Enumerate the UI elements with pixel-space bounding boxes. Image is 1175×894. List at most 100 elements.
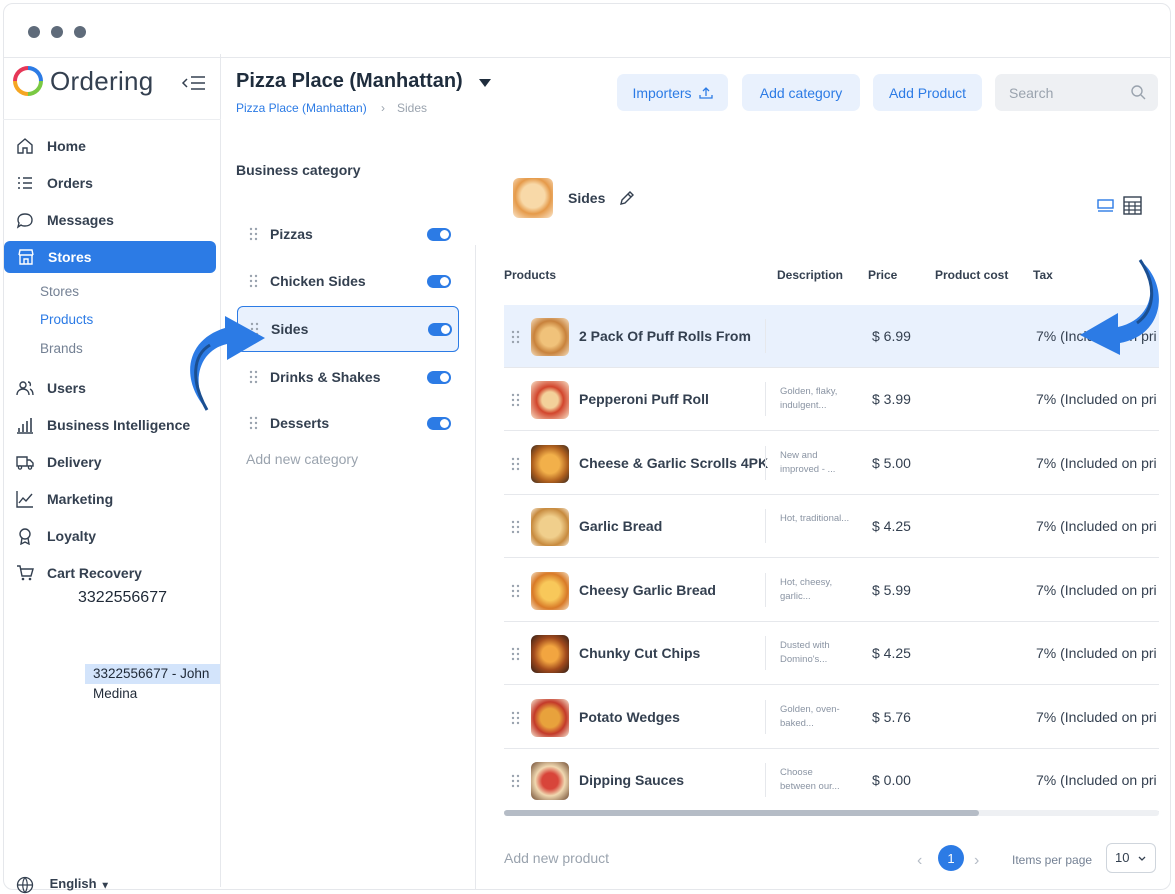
category-toggle[interactable] (427, 275, 451, 288)
drag-handle-icon[interactable] (511, 711, 521, 725)
drag-handle-icon[interactable] (511, 457, 521, 471)
drag-handle-icon[interactable] (511, 330, 521, 344)
sidebar-item-label: Orders (47, 175, 93, 191)
product-price: $ 5.76 (872, 709, 911, 725)
items-per-page-label: Items per page (1012, 853, 1093, 867)
category-item-sides[interactable]: Sides (237, 306, 459, 352)
product-name: Pepperoni Puff Roll (579, 391, 709, 407)
category-toggle[interactable] (428, 323, 452, 336)
drag-handle-icon[interactable] (249, 416, 259, 430)
previous-page-icon[interactable]: ‹ (917, 852, 922, 870)
window-dot-icon[interactable] (28, 26, 40, 38)
window-dot-icon[interactable] (51, 26, 63, 38)
table-row[interactable]: Garlic Bread Hot, traditional... $ 4.25 7% … (504, 495, 1159, 558)
category-label: Sides (271, 321, 309, 337)
sidebar-item-label: Marketing (47, 491, 114, 507)
sidebar: Ordering Home Orders Messages Stores Sto… (3, 54, 221, 894)
drag-handle-icon[interactable] (511, 520, 521, 534)
table-row[interactable]: Cheese & Garlic Scrolls 4PK New and impro… (504, 432, 1159, 495)
sidebar-subitem-brands[interactable]: Brands (40, 341, 83, 356)
column-header-products[interactable]: Products (504, 268, 556, 282)
category-toggle[interactable] (427, 417, 451, 430)
product-description: Hot, traditional... (780, 513, 850, 524)
customer-phone-chip[interactable]: 3322556677 - John Medina (85, 664, 220, 701)
table-row[interactable]: Dipping Sauces Choose between our... $ 0.0… (504, 749, 1159, 812)
items-per-page-select[interactable]: 10 (1106, 843, 1156, 873)
card-view-icon[interactable] (1097, 197, 1114, 214)
sidebar-item-marketing[interactable]: Marketing (3, 483, 217, 515)
next-page-icon[interactable]: › (974, 852, 979, 870)
add-category-button[interactable]: Add category (742, 74, 860, 111)
table-row[interactable]: 2 Pack Of Puff Rolls From$ 6.997% (Inclu… (504, 305, 1159, 368)
sidebar-item-label: Delivery (47, 454, 102, 470)
window-dot-icon[interactable] (74, 26, 86, 38)
drag-handle-icon[interactable] (249, 227, 259, 241)
page-number-button[interactable]: 1 (938, 845, 964, 871)
product-price: $ 3.99 (872, 391, 911, 407)
chevron-down-icon (1138, 856, 1146, 861)
table-row[interactable]: Pepperoni Puff Roll Golden, flaky, indulg… (504, 368, 1159, 431)
category-toggle[interactable] (427, 371, 451, 384)
chat-icon (16, 213, 33, 229)
line-chart-icon (16, 491, 33, 508)
product-image (531, 318, 569, 356)
page-title[interactable]: Pizza Place (Manhattan) (236, 70, 463, 93)
add-new-category-link[interactable]: Add new category (246, 451, 358, 467)
drag-handle-icon[interactable] (511, 774, 521, 788)
add-new-product-link[interactable]: Add new product (504, 850, 609, 866)
sidebar-item-cart-recovery[interactable]: Cart Recovery (3, 557, 217, 589)
sidebar-subitem-stores[interactable]: Stores (40, 284, 79, 299)
breadcrumb-store[interactable]: Pizza Place (Manhattan) (236, 101, 367, 115)
sidebar-item-loyalty[interactable]: Loyalty (3, 520, 217, 552)
language-selector[interactable]: English ▼ (16, 876, 110, 894)
add-product-button[interactable]: Add Product (873, 74, 982, 111)
pencil-icon[interactable] (618, 189, 636, 207)
search-input[interactable]: Search (995, 74, 1158, 111)
collapse-sidebar-icon[interactable] (181, 74, 207, 92)
language-label: English (49, 876, 97, 892)
sidebar-item-home[interactable]: Home (3, 130, 217, 162)
sidebar-item-messages[interactable]: Messages (3, 204, 217, 236)
column-header-tax[interactable]: Tax (1033, 268, 1053, 282)
sidebar-item-label: Users (47, 380, 86, 396)
column-header-product-cost[interactable]: Product cost (935, 268, 1008, 282)
search-icon[interactable] (1130, 84, 1146, 100)
product-description: Choose between our... (780, 767, 840, 792)
horizontal-scrollbar-thumb[interactable] (504, 810, 979, 816)
category-item-chicken-sides[interactable]: Chicken Sides (237, 259, 459, 305)
truck-icon (16, 456, 34, 470)
product-name: Garlic Bread (579, 518, 663, 534)
table-row[interactable]: Cheesy Garlic Bread Hot, cheesy, garlic..… (504, 559, 1159, 622)
table-row[interactable]: Potato Wedges Golden, oven-baked... $ 5.76… (504, 686, 1159, 749)
sidebar-item-orders[interactable]: Orders (3, 167, 217, 199)
product-tax: 7% (Included on pri (1036, 391, 1157, 407)
column-header-description[interactable]: Description (777, 268, 843, 282)
category-item-drinks-shakes[interactable]: Drinks & Shakes (237, 355, 459, 401)
sidebar-item-label: Messages (47, 212, 114, 228)
table-view-icon[interactable] (1123, 196, 1142, 215)
selected-category-name: Sides (568, 190, 606, 206)
importers-button[interactable]: Importers (617, 74, 728, 111)
drag-handle-icon[interactable] (511, 647, 521, 661)
product-description: Golden, oven-baked... (780, 704, 840, 729)
column-header-price[interactable]: Price (868, 268, 897, 282)
items-per-page-value: 10 (1115, 850, 1130, 865)
category-item-desserts[interactable]: Desserts (237, 401, 459, 447)
drag-handle-icon[interactable] (511, 393, 521, 407)
breadcrumb-chevron-icon: › (381, 101, 385, 115)
product-price: $ 4.25 (872, 645, 911, 661)
category-label: Drinks & Shakes (270, 369, 381, 385)
store-dropdown-caret-icon[interactable] (479, 79, 491, 87)
drag-handle-icon[interactable] (249, 274, 259, 288)
table-row[interactable]: Chunky Cut Chips Dusted with Domino's... $… (504, 622, 1159, 685)
category-toggle[interactable] (427, 228, 451, 241)
product-price: $ 6.99 (872, 328, 911, 344)
sidebar-item-delivery[interactable]: Delivery (3, 446, 217, 478)
sidebar-item-stores[interactable]: Stores (4, 241, 216, 273)
category-label: Pizzas (270, 226, 313, 242)
drag-handle-icon[interactable] (511, 584, 521, 598)
category-item-pizzas[interactable]: Pizzas (237, 212, 459, 258)
sidebar-subitem-products[interactable]: Products (40, 312, 93, 327)
product-tax: 7% (Included on pri (1036, 645, 1157, 661)
annotation-arrow-right-icon (1080, 259, 1159, 355)
